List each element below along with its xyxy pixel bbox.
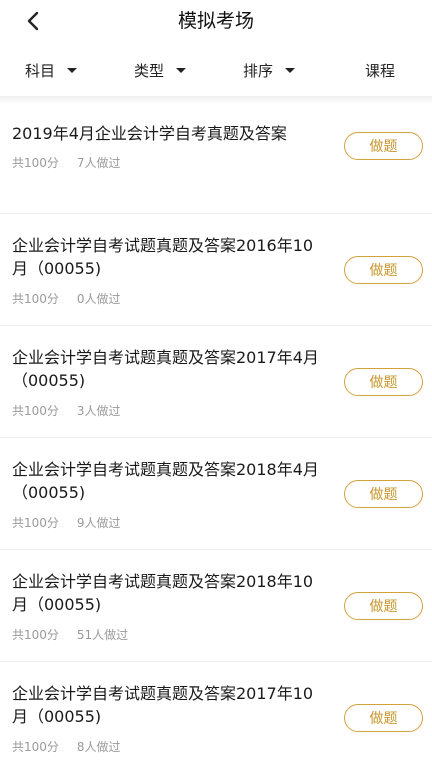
exam-meta: 共100分 8人做过 (12, 738, 121, 755)
exam-score: 共100分 (12, 156, 59, 170)
exam-score: 共100分 (12, 292, 59, 306)
filter-sort-label: 排序 (243, 61, 274, 80)
exam-title: 企业会计学自考试题真题及答案2016年10月（00055) (12, 236, 314, 278)
filter-type[interactable]: 类型 (134, 58, 187, 82)
exam-count: 7人做过 (76, 156, 121, 170)
filter-subject[interactable]: 科目 (25, 58, 78, 82)
exam-title: 企业会计学自考试题真题及答案2018年10月（00055) (12, 572, 314, 614)
exam-score: 共100分 (12, 404, 59, 418)
exam-title: 2019年4月企业会计学自考真题及答案 (12, 124, 287, 143)
list-item[interactable]: 2019年4月企业会计学自考真题及答案 共100分 7人做过 做题 (0, 102, 432, 214)
exam-count: 9人做过 (76, 516, 121, 530)
exam-list: 2019年4月企业会计学自考真题及答案 共100分 7人做过 做题 企业会计学自… (0, 102, 432, 768)
filter-course[interactable]: 课程 (365, 58, 395, 82)
exam-title: 企业会计学自考试题真题及答案2017年10月（00055) (12, 684, 314, 726)
start-exam-button[interactable]: 做题 (344, 256, 423, 284)
exam-title: 企业会计学自考试题真题及答案2018年4月（00055) (12, 460, 319, 502)
app-header: 模拟考场 (0, 0, 432, 42)
caret-down-icon (176, 67, 187, 73)
exam-meta: 共100分 51人做过 (12, 626, 128, 643)
exam-count: 0人做过 (76, 292, 121, 306)
list-item[interactable]: 企业会计学自考试题真题及答案2018年10月（00055) 共100分 51人做… (0, 550, 432, 662)
exam-meta: 共100分 0人做过 (12, 290, 121, 307)
page-title: 模拟考场 (177, 10, 254, 32)
start-exam-button[interactable]: 做题 (344, 132, 423, 160)
filter-type-label: 类型 (134, 61, 165, 80)
exam-count: 3人做过 (76, 404, 121, 418)
start-exam-button[interactable]: 做题 (344, 704, 423, 732)
exam-meta: 共100分 3人做过 (12, 402, 121, 419)
exam-title: 企业会计学自考试题真题及答案2017年4月（00055) (12, 348, 319, 390)
exam-score: 共100分 (12, 740, 59, 754)
start-exam-button[interactable]: 做题 (344, 368, 423, 396)
exam-meta: 共100分 9人做过 (12, 514, 121, 531)
exam-meta: 共100分 7人做过 (12, 154, 121, 171)
caret-down-icon (285, 67, 296, 73)
start-exam-button[interactable]: 做题 (344, 480, 423, 508)
exam-count: 8人做过 (76, 740, 121, 754)
filter-subject-label: 科目 (25, 61, 56, 80)
caret-down-icon (67, 67, 78, 73)
filter-sort[interactable]: 排序 (243, 58, 296, 82)
list-item[interactable]: 企业会计学自考试题真题及答案2017年4月（00055) 共100分 3人做过 … (0, 326, 432, 438)
start-exam-button[interactable]: 做题 (344, 592, 423, 620)
list-item[interactable]: 企业会计学自考试题真题及答案2018年4月（00055) 共100分 9人做过 … (0, 438, 432, 550)
list-item[interactable]: 企业会计学自考试题真题及答案2016年10月（00055) 共100分 0人做过… (0, 214, 432, 326)
list-item[interactable]: 企业会计学自考试题真题及答案2017年10月（00055) 共100分 8人做过… (0, 662, 432, 768)
exam-score: 共100分 (12, 628, 59, 642)
exam-count: 51人做过 (76, 628, 129, 642)
exam-score: 共100分 (12, 516, 59, 530)
filter-course-label: 课程 (365, 61, 396, 80)
filter-bar: 科目 类型 排序 课程 (0, 44, 432, 96)
